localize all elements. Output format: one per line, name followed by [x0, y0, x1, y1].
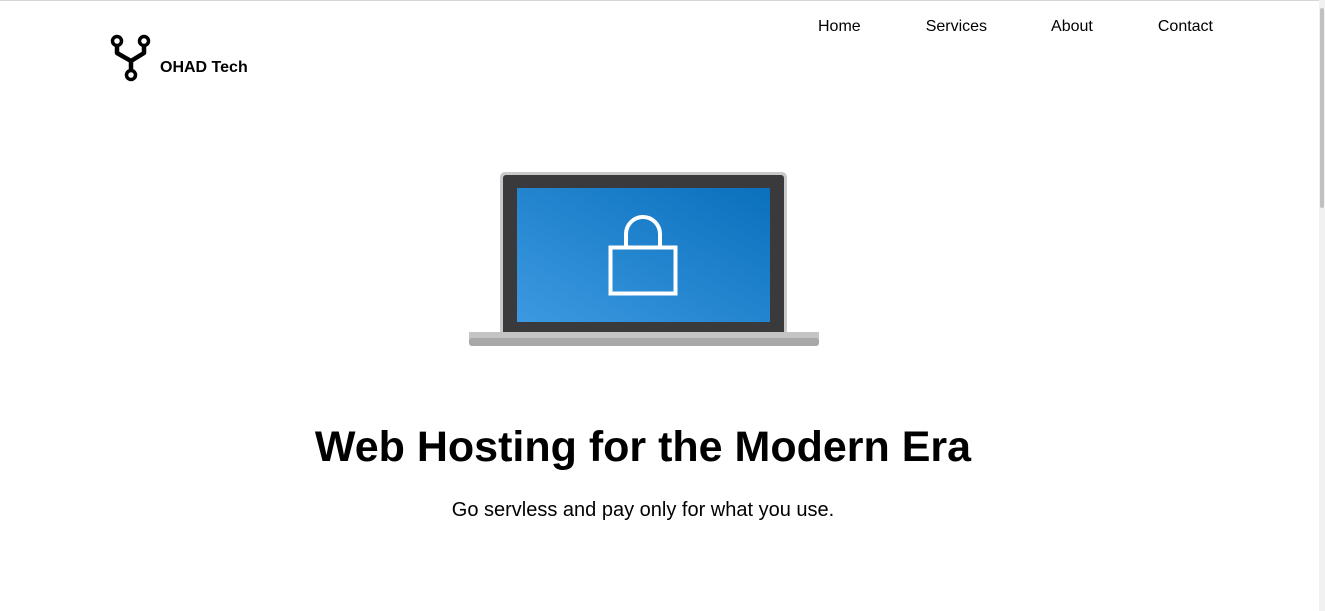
hero-subtitle: Go servless and pay only for what you us…: [451, 499, 835, 521]
nav-home-link[interactable]: Home: [818, 18, 861, 36]
nav-about-link[interactable]: About: [1051, 18, 1093, 36]
hero-title: Web Hosting for the Modern Era: [314, 423, 972, 471]
brand-name: OHAD Tech: [160, 59, 248, 76]
window-top-border: [0, 0, 1319, 1]
circuit-fork-icon: [108, 33, 152, 83]
nav-contact-link[interactable]: Contact: [1158, 18, 1213, 36]
nav-services-link[interactable]: Services: [926, 18, 987, 36]
logo-link[interactable]: OHAD Tech: [108, 33, 248, 83]
main-nav: Home Services About Contact: [818, 18, 1213, 36]
laptop-lock-icon: [469, 172, 819, 353]
vertical-scrollbar[interactable]: [1319, 0, 1325, 611]
scrollbar-thumb[interactable]: [1320, 8, 1324, 208]
